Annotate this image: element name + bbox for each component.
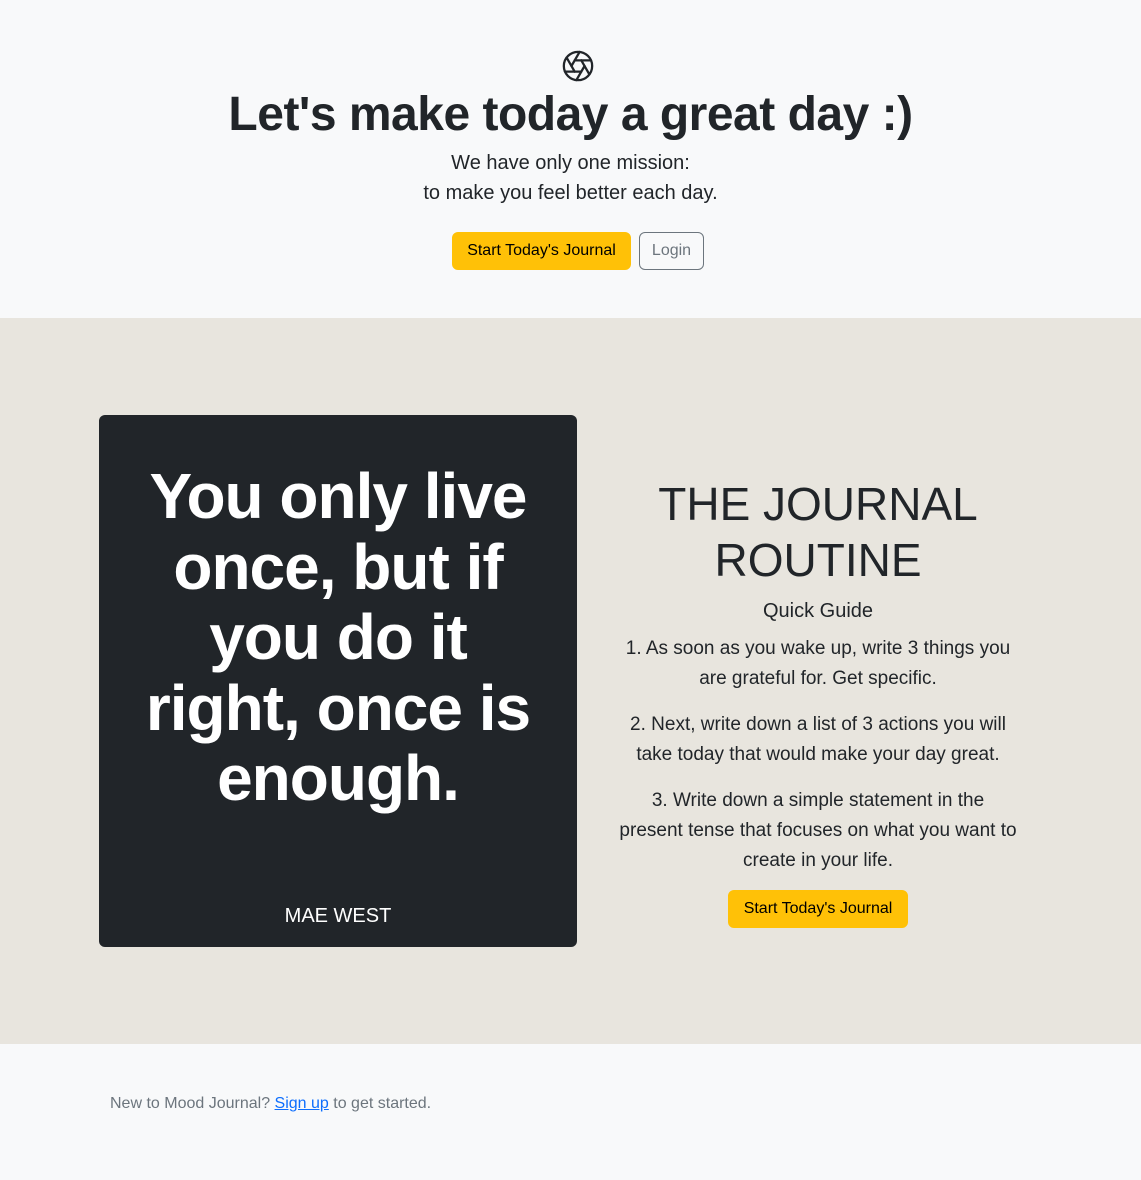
- login-button[interactable]: Login: [639, 232, 704, 270]
- signup-suffix: to get started.: [333, 1095, 432, 1112]
- start-journal-button-secondary[interactable]: Start Today's Journal: [728, 890, 908, 928]
- routine-section: You only live once, but if you do it rig…: [0, 318, 1141, 1044]
- hero-subtitle-line2: to make you feel better each day.: [423, 182, 718, 204]
- routine-step-1: 1. As soon as you wake up, write 3 thing…: [625, 638, 1011, 689]
- quote-card: You only live once, but if you do it rig…: [99, 415, 577, 947]
- routine-title: THE JOURNAL ROUTINE: [658, 478, 978, 586]
- signup-prefix: New to Mood Journal?: [110, 1095, 271, 1112]
- routine-step-3: 3. Write down a simple statement in the …: [619, 790, 1017, 871]
- start-journal-button[interactable]: Start Today's Journal: [452, 232, 631, 270]
- quote-text: You only live once, but if you do it rig…: [145, 460, 531, 814]
- routine-steps: 1. As soon as you wake up, write 3 thing…: [618, 634, 1018, 876]
- hero-subtitle-line1: We have only one mission:: [451, 152, 690, 174]
- signup-link[interactable]: Sign up: [275, 1095, 329, 1112]
- signup-prompt: New to Mood Journal? Sign up to get star…: [110, 1094, 431, 1114]
- journal-routine: THE JOURNAL ROUTINE Quick Guide 1. As so…: [618, 476, 1018, 928]
- routine-guide-label: Quick Guide: [762, 600, 874, 622]
- page-title: Let's make today a great day :): [228, 88, 913, 141]
- quote-author: MAE WEST: [284, 905, 392, 927]
- aperture-icon: [562, 50, 594, 82]
- footer: New to Mood Journal? Sign up to get star…: [0, 1044, 1141, 1180]
- routine-step-2: 2. Next, write down a list of 3 actions …: [630, 714, 1006, 765]
- hero-section: Let's make today a great day :) We have …: [0, 0, 1141, 318]
